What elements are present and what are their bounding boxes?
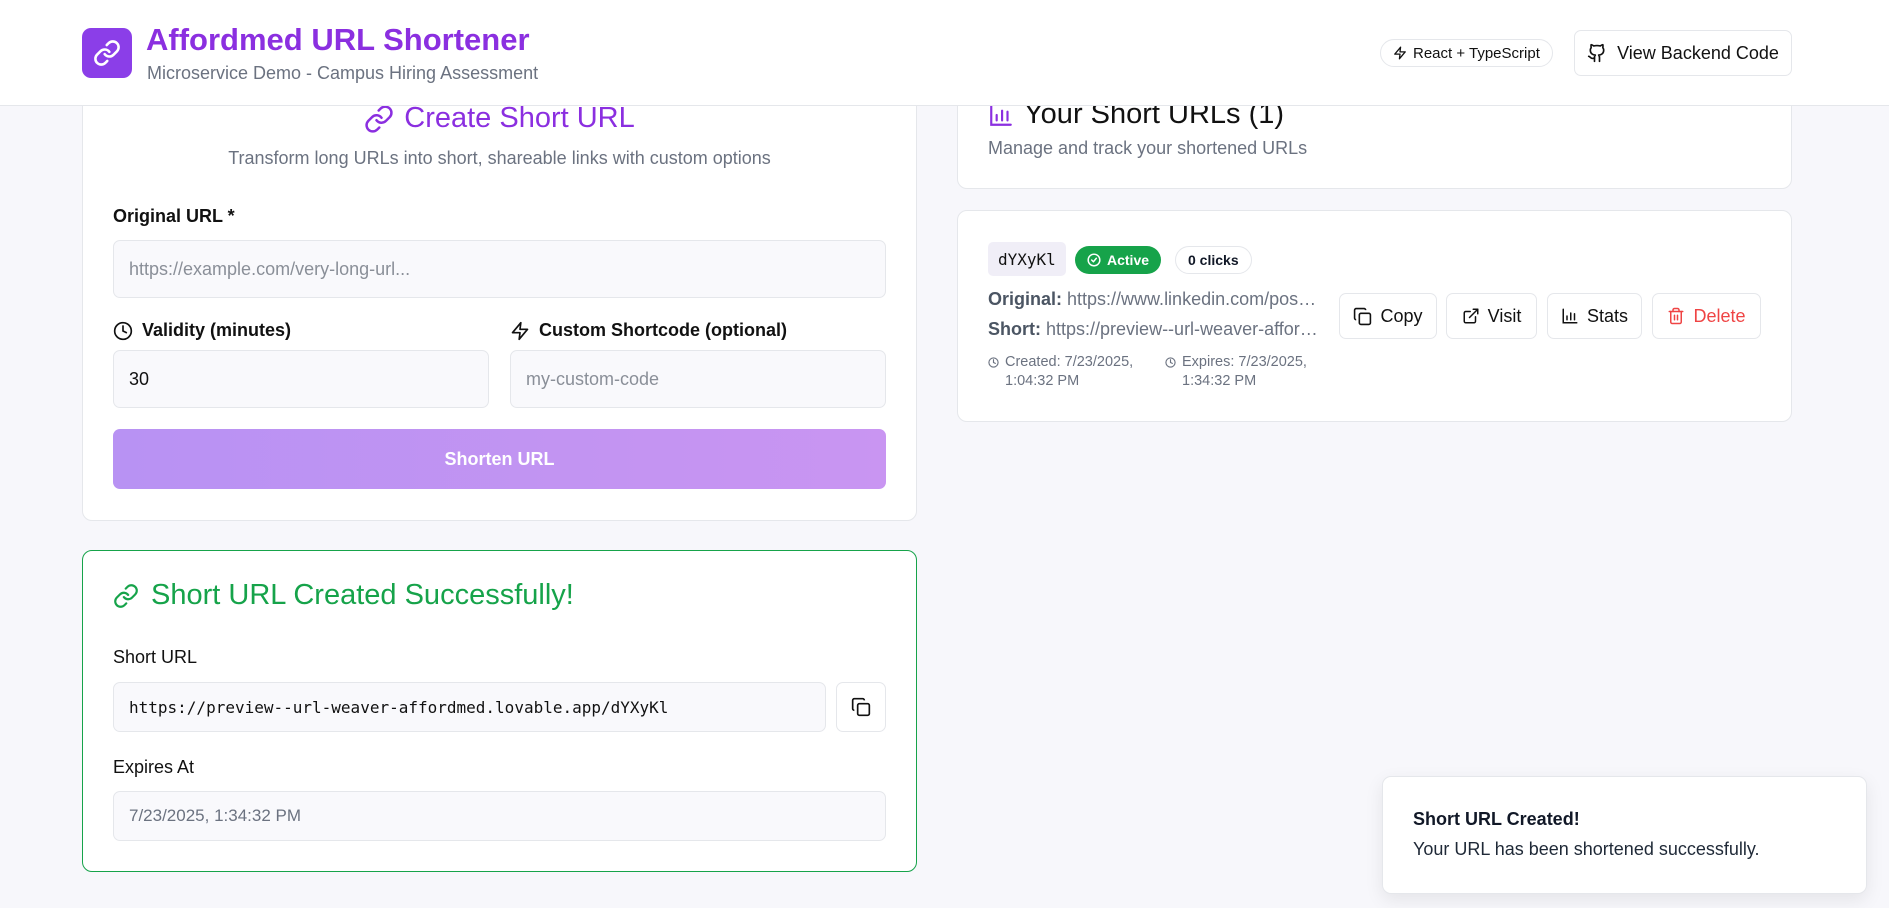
short-url-item-card: dYXyKl Active 0 clicks Original: https:/… [957, 210, 1792, 422]
link-icon [113, 583, 139, 609]
shorten-url-button[interactable]: Shorten URL [113, 429, 886, 489]
expires-meta: Expires: 7/23/2025, 1:34:32 PM [1165, 353, 1307, 391]
short-url-line-label: Short: [988, 319, 1041, 339]
validity-label: Validity (minutes) [113, 320, 291, 341]
short-url-line: Short: https://preview--url-weaver-affor… [988, 319, 1318, 340]
copy-icon [851, 697, 871, 717]
copy-icon [1353, 307, 1372, 326]
view-backend-code-label: View Backend Code [1617, 42, 1779, 63]
link-icon [93, 39, 121, 67]
status-badge-label: Active [1107, 252, 1150, 268]
expires-at-label: Expires At [113, 757, 194, 778]
original-url-input[interactable] [113, 240, 886, 298]
create-short-url-card: Create Short URL Transform long URLs int… [82, 85, 917, 521]
created-date: Created: 7/23/2025, [1005, 354, 1134, 370]
create-title: Create Short URL [404, 102, 635, 134]
external-link-icon [1462, 307, 1480, 325]
visit-button-label: Visit [1487, 305, 1522, 326]
check-circle-icon [1087, 253, 1101, 267]
tech-badge: React + TypeScript [1380, 39, 1553, 67]
app-header: Affordmed URL Shortener Microservice Dem… [0, 0, 1889, 106]
bar-chart-icon [1561, 307, 1579, 325]
create-title-row: Create Short URL [83, 102, 916, 135]
created-meta: Created: 7/23/2025, 1:04:32 PM [988, 353, 1133, 391]
delete-button[interactable]: Delete [1652, 293, 1761, 339]
shortcode-chip: dYXyKl [988, 242, 1066, 276]
custom-shortcode-label-text: Custom Shortcode (optional) [539, 320, 787, 340]
delete-button-label: Delete [1693, 305, 1746, 326]
short-url-field[interactable]: https://preview--url-weaver-affordmed.lo… [113, 682, 826, 732]
app-subtitle: Microservice Demo - Campus Hiring Assess… [147, 63, 539, 83]
short-url-label-text: Short URL [113, 647, 198, 667]
expires-at-label-text: Expires At [113, 757, 195, 777]
success-title-row: Short URL Created Successfully! [113, 579, 574, 612]
created-text: Created: 7/23/2025, 1:04:32 PM [1005, 353, 1133, 391]
toast-description: Your URL has been shortened successfully… [1413, 839, 1760, 859]
success-card: Short URL Created Successfully! Short UR… [82, 550, 917, 872]
trash-icon [1667, 307, 1685, 325]
custom-shortcode-input[interactable] [510, 350, 886, 408]
short-urls-description: Manage and track your shortened URLs [988, 138, 1308, 158]
clock-icon [113, 321, 133, 341]
short-url-label: Short URL [113, 647, 197, 668]
link-icon [364, 104, 394, 134]
copy-button[interactable]: Copy [1339, 293, 1437, 339]
created-time: 1:04:32 PM [1005, 373, 1080, 389]
view-backend-code-button[interactable]: View Backend Code [1574, 30, 1792, 76]
clicks-badge: 0 clicks [1175, 246, 1252, 274]
expires-at-field[interactable]: 7/23/2025, 1:34:32 PM [113, 791, 886, 841]
short-url-value: https://preview--url-weaver-affordmed.lo… [1046, 319, 1318, 339]
create-description: Transform long URLs into short, shareabl… [228, 148, 771, 168]
original-url-label-text: Original URL * [113, 206, 235, 226]
github-icon [1587, 43, 1607, 63]
app-title: Affordmed URL Shortener [146, 22, 530, 57]
app-logo [82, 28, 132, 78]
original-url-value: https://www.linkedin.com/posts/... [1067, 289, 1318, 309]
visit-button[interactable]: Visit [1446, 293, 1537, 339]
validity-label-text: Validity (minutes) [142, 320, 292, 340]
lightning-icon [510, 321, 530, 341]
original-url-label: Original URL * [113, 206, 235, 227]
custom-shortcode-label: Custom Shortcode (optional) [510, 320, 787, 341]
original-url-line: Original: https://www.linkedin.com/posts… [988, 289, 1318, 310]
clock-icon [988, 357, 999, 391]
clock-icon [1165, 357, 1176, 391]
original-url-line-label: Original: [988, 289, 1063, 309]
stats-button[interactable]: Stats [1547, 293, 1642, 339]
expires-text: Expires: 7/23/2025, 1:34:32 PM [1182, 353, 1307, 391]
validity-input[interactable] [113, 350, 489, 408]
expires-date: Expires: 7/23/2025, [1182, 354, 1307, 370]
toast-notification[interactable]: Short URL Created! Your URL has been sho… [1382, 776, 1867, 894]
tech-badge-label: React + TypeScript [1413, 44, 1540, 62]
copy-button-label: Copy [1380, 305, 1423, 326]
expires-time: 1:34:32 PM [1182, 373, 1257, 389]
stats-button-label: Stats [1586, 305, 1629, 326]
success-title: Short URL Created Successfully! [151, 579, 574, 611]
toast-title: Short URL Created! [1413, 809, 1580, 829]
status-badge: Active [1075, 246, 1162, 274]
copy-short-url-button[interactable] [836, 682, 886, 732]
lightning-icon [1393, 46, 1407, 60]
